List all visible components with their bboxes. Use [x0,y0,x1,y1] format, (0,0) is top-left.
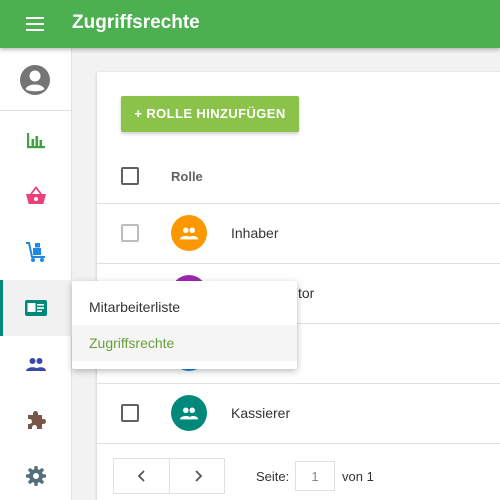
group-icon [179,227,199,240]
role-name: Inhaber [231,225,279,241]
sidebar-item-statistics[interactable] [0,112,72,168]
menu-item-access-rights[interactable]: Zugriffsrechte [72,325,297,361]
sidebar [0,48,72,500]
sidebar-item-settings[interactable] [0,448,72,500]
row-checkbox[interactable] [121,404,139,422]
row-checkbox[interactable] [121,224,139,242]
sidebar-item-extensions[interactable] [0,392,72,448]
menu-item-staff-list[interactable]: Mitarbeiterliste [72,289,297,325]
id-card-icon [25,300,47,316]
role-name: tor [298,285,315,301]
hamburger-menu-icon[interactable] [22,14,50,34]
role-avatar [171,395,207,431]
sidebar-item-staff[interactable] [0,280,72,336]
account-circle-icon [20,65,50,95]
staff-submenu: Mitarbeiterliste Zugriffsrechte [72,281,297,369]
hand-truck-icon [26,242,45,262]
next-page-button[interactable] [170,459,225,493]
chevron-left-icon [137,470,145,482]
sidebar-item-customers[interactable] [0,336,72,392]
table-row[interactable]: Inhaber [97,204,500,264]
gear-icon [26,466,46,486]
role-name: Kassierer [231,405,291,421]
chevron-right-icon [195,470,203,482]
group-icon [179,407,199,420]
group-icon [26,358,46,371]
role-avatar [171,215,207,251]
column-header-role: Rolle [171,169,203,184]
table-header: Rolle [97,152,500,204]
user-profile[interactable] [0,48,72,111]
previous-page-button[interactable] [114,459,169,493]
bar-chart-icon [27,133,45,149]
page-title: Zugriffsrechte [72,12,200,33]
puzzle-piece-icon [28,411,46,429]
shopping-basket-icon [26,186,46,204]
pagination-controls [113,458,225,494]
sidebar-item-sales[interactable] [0,168,72,224]
app-bar: Zugriffsrechte [0,0,500,48]
page-label: Seite: [256,469,290,484]
page-total: von 1 [342,469,374,484]
add-role-button[interactable]: + ROLLE HINZUFÜGEN [121,96,299,132]
select-all-checkbox[interactable] [121,167,139,185]
page-number-input[interactable] [295,461,335,491]
sidebar-item-inventory[interactable] [0,224,72,280]
table-row[interactable]: Kassierer [97,384,500,444]
